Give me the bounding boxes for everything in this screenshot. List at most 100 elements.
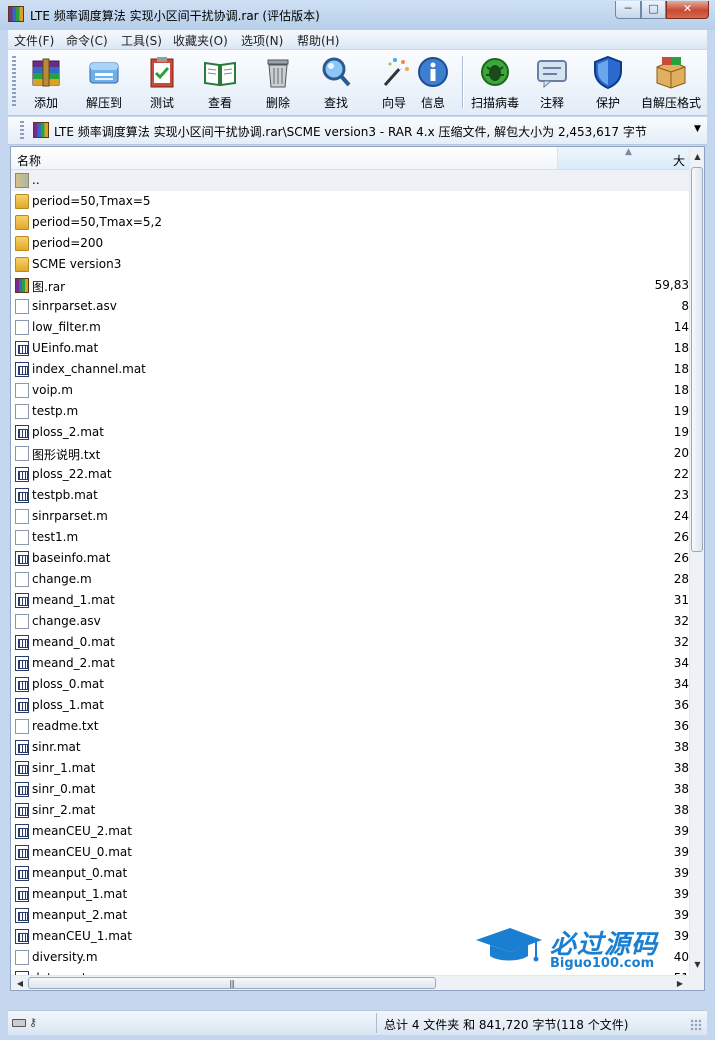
winrar-app-icon[interactable] bbox=[8, 6, 24, 22]
address-dropdown-icon[interactable]: ▼ bbox=[694, 124, 701, 134]
document-icon bbox=[15, 614, 29, 629]
add-button[interactable]: 添加 bbox=[17, 54, 75, 112]
mat-file-icon bbox=[15, 866, 29, 881]
file-row[interactable]: meanCEU_0.mat 39 bbox=[11, 842, 689, 863]
winrar-window: LTE 频率调度算法 实现小区间干扰协调.rar (评估版本) ─ □ ✕ 文件… bbox=[0, 0, 715, 1040]
file-name: period=50,Tmax=5,2 bbox=[32, 215, 162, 229]
address-bar[interactable]: LTE 频率调度算法 实现小区间干扰协调.rar\SCME version3 -… bbox=[8, 117, 707, 145]
menu-tools[interactable]: 工具(S) bbox=[121, 32, 162, 49]
file-row[interactable]: baseinfo.mat 26 bbox=[11, 548, 689, 569]
info-button[interactable]: 信息 bbox=[404, 54, 462, 112]
file-row[interactable]: meand_1.mat 31 bbox=[11, 590, 689, 611]
menu-favorites[interactable]: 收藏夹(O) bbox=[173, 32, 228, 49]
sfx-button[interactable]: 自解压格式 bbox=[641, 54, 701, 112]
menu-file[interactable]: 文件(F) bbox=[14, 32, 54, 49]
folder-row[interactable]: period=200 bbox=[11, 233, 689, 254]
folder-row[interactable]: period=50,Tmax=5 bbox=[11, 191, 689, 212]
test-button[interactable]: 测试 bbox=[133, 54, 191, 112]
file-row[interactable]: UEinfo.mat 18 bbox=[11, 338, 689, 359]
file-row[interactable]: meand_2.mat 34 bbox=[11, 653, 689, 674]
file-row[interactable]: change.asv 32 bbox=[11, 611, 689, 632]
mat-file-icon bbox=[15, 908, 29, 923]
mat-file-icon bbox=[15, 656, 29, 671]
file-row[interactable]: sinrparset.m 24 bbox=[11, 506, 689, 527]
file-row[interactable]: low_filter.m 14 bbox=[11, 317, 689, 338]
protect-button[interactable]: 保护 bbox=[579, 54, 637, 112]
resize-grip-icon[interactable] bbox=[690, 1019, 702, 1031]
horizontal-scroll-thumb[interactable]: ||| bbox=[28, 977, 436, 989]
find-button[interactable]: 查找 bbox=[307, 54, 365, 112]
column-name-header[interactable]: 名称 bbox=[17, 152, 41, 169]
sfx-box-icon bbox=[656, 57, 686, 89]
column-size-header[interactable]: 大 bbox=[673, 152, 685, 169]
file-row[interactable]: meanput_1.mat 39 bbox=[11, 884, 689, 905]
file-row[interactable]: ploss_2.mat 19 bbox=[11, 422, 689, 443]
file-row[interactable]: meanCEU_2.mat 39 bbox=[11, 821, 689, 842]
maximize-button[interactable]: □ bbox=[641, 1, 666, 19]
mat-file-icon bbox=[15, 929, 29, 944]
scan-virus-button[interactable]: 扫描病毒 bbox=[466, 54, 524, 112]
scroll-down-icon[interactable]: ▼ bbox=[692, 957, 703, 972]
folder-row[interactable]: .. bbox=[11, 170, 689, 191]
file-row[interactable]: change.m 28 bbox=[11, 569, 689, 590]
document-icon bbox=[15, 446, 29, 461]
close-button[interactable]: ✕ bbox=[666, 1, 709, 19]
mat-file-icon bbox=[15, 341, 29, 356]
view-button[interactable]: 查看 bbox=[191, 54, 249, 112]
file-row[interactable]: sinr_0.mat 38 bbox=[11, 779, 689, 800]
file-row[interactable]: sinr_2.mat 38 bbox=[11, 800, 689, 821]
file-size: 39 bbox=[673, 824, 689, 838]
document-icon bbox=[15, 320, 29, 335]
key-icon[interactable]: ⚷ bbox=[29, 1016, 37, 1029]
menu-help[interactable]: 帮助(H) bbox=[297, 32, 339, 49]
file-row[interactable]: sinrparset.asv 8 bbox=[11, 296, 689, 317]
file-row[interactable]: testpb.mat 23 bbox=[11, 485, 689, 506]
document-icon bbox=[15, 572, 29, 587]
file-row[interactable]: index_channel.mat 18 bbox=[11, 359, 689, 380]
mat-file-icon bbox=[15, 362, 29, 377]
file-row[interactable]: 图.rar 59,83 bbox=[11, 275, 689, 296]
scroll-corner bbox=[689, 975, 704, 990]
file-row[interactable]: 图形说明.txt 20 bbox=[11, 443, 689, 464]
file-row[interactable]: ploss_0.mat 34 bbox=[11, 674, 689, 695]
file-name: meanput_1.mat bbox=[32, 887, 128, 901]
address-path[interactable]: LTE 频率调度算法 实现小区间干扰协调.rar\SCME version3 -… bbox=[54, 123, 647, 140]
trash-icon bbox=[267, 59, 289, 88]
file-row[interactable]: test1.m 26 bbox=[11, 527, 689, 548]
mat-file-icon bbox=[15, 761, 29, 776]
file-row[interactable]: ploss_1.mat 36 bbox=[11, 695, 689, 716]
vertical-scrollbar[interactable]: ▲ ▼ bbox=[689, 147, 704, 975]
file-row[interactable]: testp.m 19 bbox=[11, 401, 689, 422]
title-bar[interactable]: LTE 频率调度算法 实现小区间干扰协调.rar (评估版本) ─ □ ✕ bbox=[0, 0, 715, 30]
add-archive-icon bbox=[32, 58, 60, 87]
file-name: meanput_0.mat bbox=[32, 866, 128, 880]
document-icon bbox=[15, 530, 29, 545]
file-row[interactable]: ploss_22.mat 22 bbox=[11, 464, 689, 485]
file-row[interactable]: readme.txt 36 bbox=[11, 716, 689, 737]
scroll-up-icon[interactable]: ▲ bbox=[692, 149, 703, 164]
folder-row[interactable]: SCME version3 bbox=[11, 254, 689, 275]
extract-to-icon bbox=[89, 62, 119, 84]
file-row[interactable]: sinr_1.mat 38 bbox=[11, 758, 689, 779]
document-icon bbox=[15, 404, 29, 419]
file-list[interactable]: 名称 ▲ 大 .. period=50,Tmax=5 period=50,Tmax=… bbox=[10, 146, 705, 991]
menu-commands[interactable]: 命令(C) bbox=[66, 32, 108, 49]
file-size: 14 bbox=[673, 320, 689, 334]
mat-file-icon bbox=[15, 593, 29, 608]
extract-to-button[interactable]: 解压到 bbox=[75, 54, 133, 112]
minimize-button[interactable]: ─ bbox=[615, 1, 641, 19]
file-row[interactable]: meand_0.mat 32 bbox=[11, 632, 689, 653]
menu-options[interactable]: 选项(N) bbox=[241, 32, 283, 49]
graduation-cap-icon bbox=[476, 928, 542, 962]
file-row[interactable]: voip.m 18 bbox=[11, 380, 689, 401]
mat-file-icon bbox=[15, 782, 29, 797]
drive-icon[interactable] bbox=[12, 1019, 26, 1027]
vertical-scroll-thumb[interactable] bbox=[691, 167, 703, 552]
comment-icon bbox=[537, 60, 567, 89]
scroll-left-icon[interactable]: ◀ bbox=[13, 977, 27, 990]
file-row[interactable]: sinr.mat 38 bbox=[11, 737, 689, 758]
delete-button[interactable]: 删除 bbox=[249, 54, 307, 112]
file-row[interactable]: meanput_0.mat 39 bbox=[11, 863, 689, 884]
folder-row[interactable]: period=50,Tmax=5,2 bbox=[11, 212, 689, 233]
file-name: period=50,Tmax=5 bbox=[32, 194, 151, 208]
